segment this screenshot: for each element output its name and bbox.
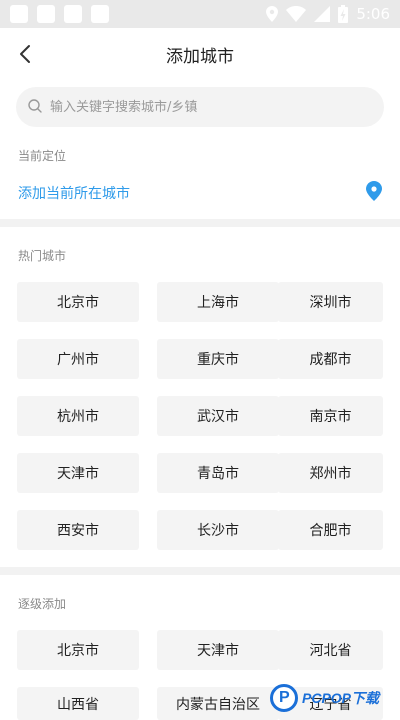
notification-icon <box>64 5 82 23</box>
wifi-icon <box>286 6 307 22</box>
section-divider <box>0 219 400 227</box>
search-input[interactable] <box>50 87 370 127</box>
battery-icon <box>338 5 349 23</box>
location-status-icon <box>266 6 279 22</box>
search-icon <box>28 99 42 113</box>
city-button[interactable]: 西安市 <box>17 510 139 550</box>
city-button[interactable]: 合肥市 <box>278 510 383 550</box>
city-button[interactable]: 重庆市 <box>157 339 279 379</box>
signal-icon <box>314 6 331 22</box>
region-button[interactable]: 山西省 <box>17 687 139 720</box>
city-button[interactable]: 杭州市 <box>17 396 139 436</box>
location-pin-icon[interactable] <box>366 181 382 201</box>
page-title: 添加城市 <box>166 47 234 67</box>
city-button[interactable]: 北京市 <box>17 282 139 322</box>
city-button[interactable]: 武汉市 <box>157 396 279 436</box>
hot-cities-grid: 北京市 上海市 深圳市 广州市 重庆市 成都市 杭州市 武汉市 南京市 天津市 … <box>17 282 383 552</box>
city-button[interactable]: 成都市 <box>278 339 383 379</box>
header: 添加城市 <box>0 28 400 80</box>
city-button[interactable]: 上海市 <box>157 282 279 322</box>
notification-icon <box>91 5 109 23</box>
status-bar: 5:06 <box>0 0 400 28</box>
city-button[interactable]: 长沙市 <box>157 510 279 550</box>
city-button[interactable]: 青岛市 <box>157 453 279 493</box>
watermark-text: PCPOP下载 <box>302 690 380 706</box>
city-button[interactable]: 广州市 <box>17 339 139 379</box>
city-button[interactable]: 天津市 <box>17 453 139 493</box>
pcpop-watermark: P PCPOP下载 <box>270 680 396 720</box>
step-add-label: 逐级添加 <box>18 597 67 611</box>
city-button[interactable]: 郑州市 <box>278 453 383 493</box>
add-current-city-row[interactable]: 添加当前所在城市 <box>0 175 400 211</box>
city-button[interactable]: 南京市 <box>278 396 383 436</box>
notification-icon <box>37 5 55 23</box>
current-location-label: 当前定位 <box>18 149 67 163</box>
section-divider <box>0 567 400 575</box>
watermark-logo-icon: P <box>270 684 298 712</box>
search-bar[interactable] <box>16 87 384 127</box>
status-time: 5:06 <box>356 5 390 23</box>
add-current-city-link[interactable]: 添加当前所在城市 <box>18 183 130 203</box>
hot-cities-label: 热门城市 <box>18 249 67 263</box>
city-button[interactable]: 深圳市 <box>278 282 383 322</box>
region-button[interactable]: 河北省 <box>278 630 383 670</box>
region-button[interactable]: 内蒙古自治区 <box>157 687 279 720</box>
notification-icon <box>10 5 28 23</box>
region-button[interactable]: 天津市 <box>157 630 279 670</box>
region-button[interactable]: 北京市 <box>17 630 139 670</box>
watermark-logo-letter: P <box>279 689 290 706</box>
